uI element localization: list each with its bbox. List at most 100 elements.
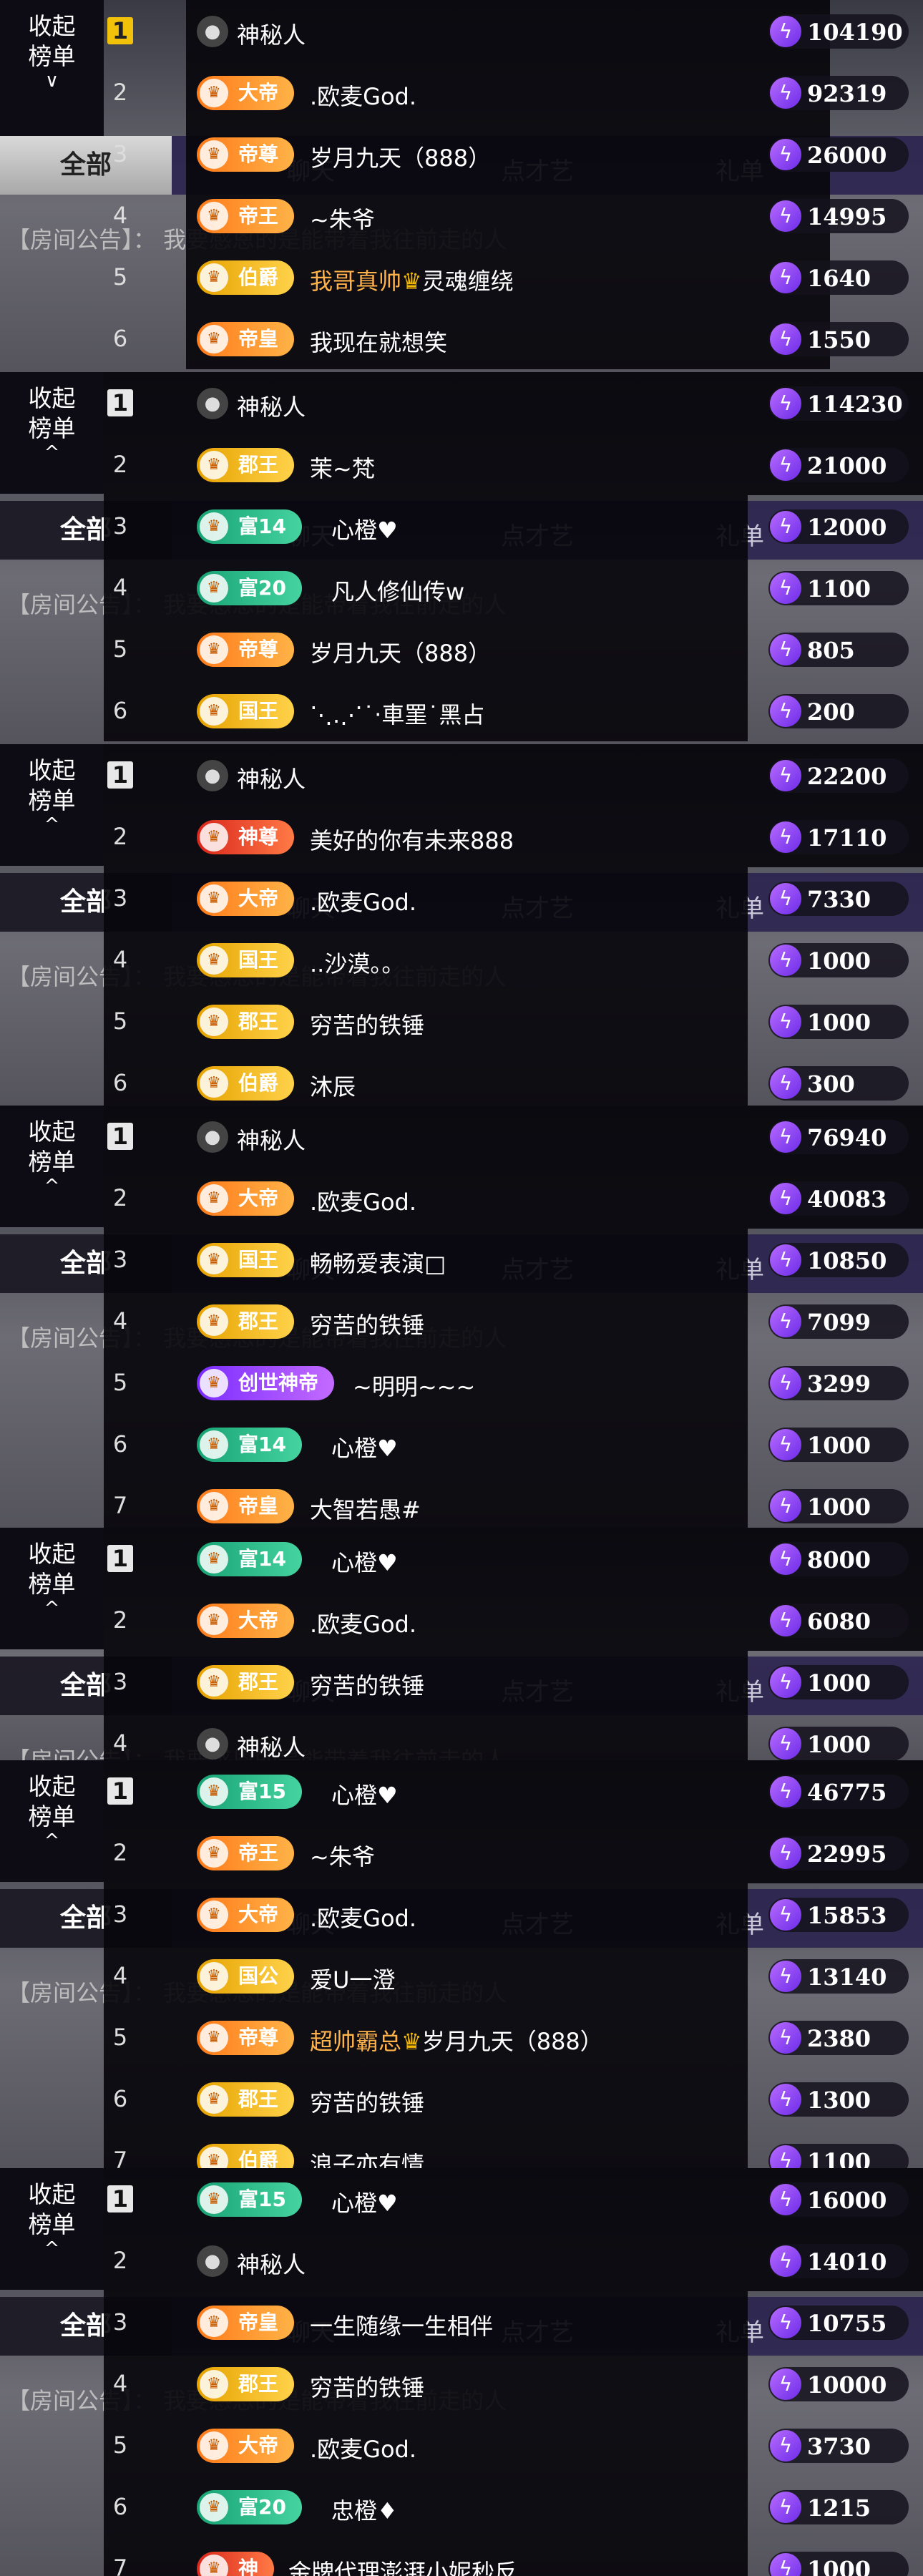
ranking-row[interactable]: 1 ● 神秘人 ϟ 104190 — [104, 0, 923, 62]
collapse-label: 收起榜单 — [28, 1772, 76, 1830]
collapse-ranking-button[interactable]: 收起榜单 ^ — [0, 1528, 104, 1618]
ranking-row[interactable]: 2 ♛ 大帝 .欧麦God. ϟ 6080 — [104, 1589, 923, 1651]
username[interactable]: 心橙♥ — [331, 1430, 398, 1463]
username[interactable]: .欧麦God. — [310, 1901, 416, 1933]
username[interactable]: 神秘人 — [237, 1123, 306, 1156]
collapse-ranking-button[interactable]: 收起榜单 ^ — [0, 2168, 104, 2258]
ranking-row[interactable]: 2 ● 神秘人 ϟ 14010 — [104, 2230, 923, 2291]
username[interactable]: 心橙♥ — [331, 1777, 398, 1810]
username[interactable]: 心橙♥ — [331, 1545, 398, 1578]
ranking-row[interactable]: 2 ♛ 帝王 ~朱爷 ϟ 22995 — [104, 1822, 923, 1883]
username[interactable]: 美好的你有未来888 — [310, 823, 514, 856]
ranking-row[interactable]: 3 ♛ 帝尊 岁月九天（888） ϟ 26000 — [104, 123, 923, 185]
username[interactable]: 大智若愚# — [310, 1492, 421, 1525]
ranking-row[interactable]: 3 ♛ 富14 心橙♥ ϟ 12000 — [104, 495, 923, 557]
ranking-row[interactable]: 4 ♛ 郡王 穷苦的铁锤 ϟ 7099 — [104, 1290, 923, 1352]
ranking-row[interactable]: 5 ♛ 帝尊 超帅霸总♛岁月九天（888） ϟ 2380 — [104, 2006, 923, 2068]
username[interactable]: 神秘人 — [237, 1729, 306, 1760]
ranking-row[interactable]: 4 ♛ 郡王 穷苦的铁锤 ϟ 10000 — [104, 2353, 923, 2414]
username[interactable]: .欧麦God. — [310, 1184, 416, 1217]
ranking-row[interactable]: 5 ♛ 郡王 穷苦的铁锤 ϟ 1000 — [104, 990, 923, 1052]
username[interactable]: 岁月九天（888） — [310, 635, 491, 668]
username[interactable]: 穷苦的铁锤 — [310, 1008, 424, 1040]
ranking-row[interactable]: 2 ♛ 大帝 .欧麦God. ϟ 92319 — [104, 62, 923, 123]
username[interactable]: ~朱爷 — [310, 202, 375, 235]
username[interactable]: .欧麦God. — [310, 1606, 416, 1639]
ranking-row[interactable]: 3 ♛ 郡王 穷苦的铁锤 ϟ 1000 — [104, 1651, 923, 1712]
collapse-ranking-button[interactable]: 收起榜单 ∨ — [0, 0, 104, 90]
ranking-row[interactable]: 6 ♛ 富20 忠橙♦ ϟ 1215 — [104, 2476, 923, 2537]
ranking-row[interactable]: 1 ♛ 富15 心橙♥ ϟ 16000 — [104, 2168, 923, 2230]
username[interactable]: ..沙漠。。 — [310, 946, 404, 979]
ranking-row[interactable]: 4 ♛ 国公 爱U一澄 ϟ 13140 — [104, 1945, 923, 2006]
username[interactable]: 茉~梵 — [310, 451, 375, 484]
username[interactable]: 岁月九天（888） — [310, 140, 491, 173]
ranking-row[interactable]: 7 ♛ 帝皇 大智若愚# ϟ 1000 — [104, 1475, 923, 1528]
ranking-row[interactable]: 1 ● 神秘人 ϟ 114230 — [104, 372, 923, 434]
ranking-row[interactable]: 2 ♛ 郡王 茉~梵 ϟ 21000 — [104, 434, 923, 495]
username[interactable]: ~明明~~~ — [353, 1369, 475, 1402]
ranking-row[interactable]: 1 ♛ 富15 心橙♥ ϟ 46775 — [104, 1760, 923, 1822]
username[interactable]: 爱U一澄 — [310, 1962, 395, 1995]
ranking-row[interactable]: 4 ♛ 帝王 ~朱爷 ϟ 14995 — [104, 185, 923, 246]
noble-badge: ♛ 富14 — [197, 1428, 302, 1462]
collapse-ranking-button[interactable]: 收起榜单 ^ — [0, 744, 104, 834]
username[interactable]: 神秘人 — [237, 2247, 306, 2280]
username[interactable]: 神秘人 — [237, 389, 306, 422]
username[interactable]: 神秘人 — [237, 17, 306, 50]
username[interactable]: .欧麦God. — [310, 79, 416, 112]
ranking-row[interactable]: 5 ♛ 帝尊 岁月九天（888） ϟ 805 — [104, 618, 923, 680]
username[interactable]: ~朱爷 — [310, 1839, 375, 1872]
username[interactable]: 穷苦的铁锤 — [310, 2085, 424, 2118]
ranking-row[interactable]: 6 ♛ 郡王 穷苦的铁锤 ϟ 1300 — [104, 2068, 923, 2129]
ranking-row[interactable]: 6 ♛ 富14 心橙♥ ϟ 1000 — [104, 1413, 923, 1475]
ranking-row[interactable]: 5 ♛ 创世神帝 ~明明~~~ ϟ 3299 — [104, 1352, 923, 1413]
collapse-label: 收起榜单 — [28, 384, 76, 442]
username[interactable]: 浪子亦有情 — [310, 2147, 424, 2168]
collapse-ranking-button[interactable]: 收起榜单 ^ — [0, 1760, 104, 1850]
username[interactable]: ⋱.⋰˙‧車罣˙黑占 — [310, 697, 484, 730]
ranking-row[interactable]: 4 ♛ 富20 凡人修仙传w ϟ 1100 — [104, 557, 923, 618]
username[interactable]: 凡人修仙传w — [331, 574, 464, 607]
rank-number: 5 — [112, 2431, 128, 2459]
ranking-row[interactable]: 4 ● 神秘人 ϟ 1000 — [104, 1712, 923, 1760]
username[interactable]: 我现在就想笑 — [310, 325, 447, 358]
username[interactable]: 穷苦的铁锤 — [310, 2370, 424, 2403]
username[interactable]: 一生随缘一生相伴 — [310, 2308, 493, 2341]
ranking-row[interactable]: 1 ● 神秘人 ϟ 22200 — [104, 744, 923, 806]
ranking-row[interactable]: 3 ♛ 国王 畅畅爱表演□ ϟ 10850 — [104, 1229, 923, 1290]
username[interactable]: 心橙♥ — [331, 2185, 398, 2218]
ranking-row[interactable]: 4 ♛ 国王 ..沙漠。。 ϟ 1000 — [104, 929, 923, 990]
username[interactable]: 穷苦的铁锤 — [310, 1307, 424, 1340]
username[interactable]: 忠橙♦ — [331, 2493, 398, 2526]
username[interactable]: .欧麦God. — [310, 884, 416, 917]
ranking-row[interactable]: 6 ♛ 伯爵 沐辰 ϟ 300 — [104, 1052, 923, 1106]
username[interactable]: 心橙♥ — [331, 512, 398, 545]
username[interactable]: 金牌代理澎湃小妮秒反 — [288, 2555, 517, 2576]
ranking-row[interactable]: 5 ♛ 大帝 .欧麦God. ϟ 3730 — [104, 2414, 923, 2476]
username[interactable]: 沐辰 — [310, 1069, 356, 1102]
username[interactable]: 神秘人 — [237, 761, 306, 794]
username[interactable]: 我哥真帅♛灵魂缠绕 — [310, 263, 514, 296]
username[interactable]: 畅畅爱表演□ — [310, 1246, 446, 1279]
ranking-row[interactable]: 2 ♛ 大帝 .欧麦God. ϟ 40083 — [104, 1167, 923, 1229]
ranking-row[interactable]: 5 ♛ 伯爵 我哥真帅♛灵魂缠绕 ϟ 1640 — [104, 246, 923, 308]
contribution-score: ϟ 8000 — [768, 1542, 909, 1576]
ranking-row[interactable]: 3 ♛ 帝皇 一生随缘一生相伴 ϟ 10755 — [104, 2291, 923, 2353]
ranking-row[interactable]: 7 ♛ 神金牌代理澎湃小妮秒反 ϟ 1000 — [104, 2537, 923, 2576]
ranking-row[interactable]: 2 ♛ 神尊 美好的你有未来888 ϟ 17110 — [104, 806, 923, 867]
ranking-row[interactable]: 1 ♛ 富14 心橙♥ ϟ 8000 — [104, 1528, 923, 1589]
username[interactable]: 超帅霸总♛岁月九天（888） — [310, 2024, 603, 2057]
ranking-row[interactable]: 3 ♛ 大帝 .欧麦God. ϟ 7330 — [104, 867, 923, 929]
contribution-score: ϟ 15853 — [768, 1898, 909, 1932]
collapse-ranking-button[interactable]: 收起榜单 ^ — [0, 372, 104, 462]
ranking-row[interactable]: 3 ♛ 大帝 .欧麦God. ϟ 15853 — [104, 1883, 923, 1945]
ranking-row[interactable]: 1 ● 神秘人 ϟ 76940 — [104, 1106, 923, 1167]
ranking-row[interactable]: 7 ♛ 伯爵 浪子亦有情 ϟ 1100 — [104, 2129, 923, 2168]
ranking-row[interactable]: 6 ♛ 帝皇 我现在就想笑 ϟ 1550 — [104, 308, 923, 369]
username[interactable]: .欧麦God. — [310, 2431, 416, 2464]
ranking-row[interactable]: 6 ♛ 国王 ⋱.⋰˙‧車罣˙黑占 ϟ 200 — [104, 680, 923, 741]
username[interactable]: 穷苦的铁锤 — [310, 1668, 424, 1701]
ranking-panel: 聊天点才艺礼单【房间公告】： 我要感恩的是能带着我往前走的人收起榜单^全部1♛富… — [0, 2168, 923, 2576]
collapse-ranking-button[interactable]: 收起榜单 ^ — [0, 1106, 104, 1196]
